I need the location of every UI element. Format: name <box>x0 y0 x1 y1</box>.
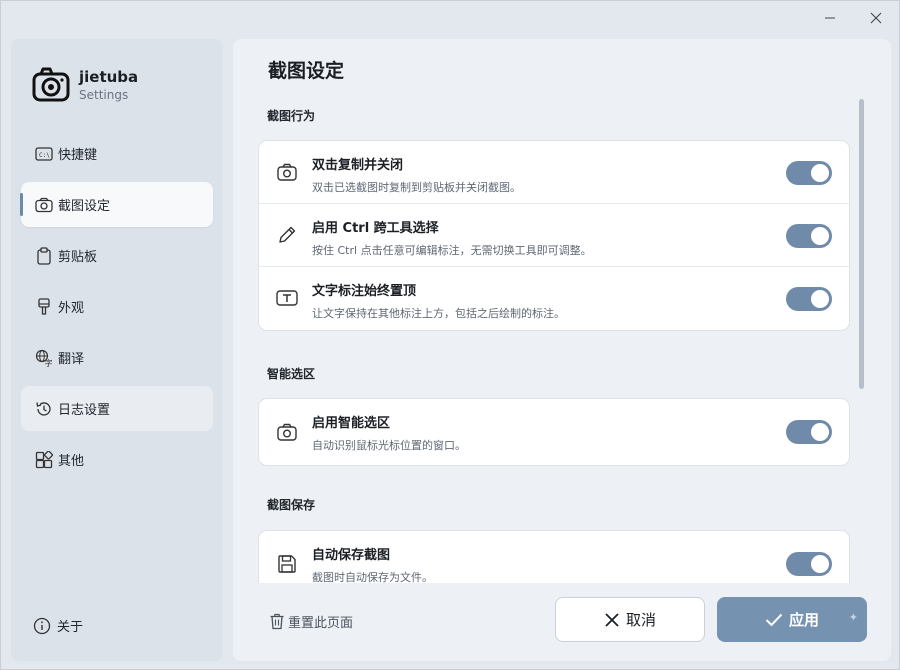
about-label: 关于 <box>57 620 84 635</box>
setting-description: 双击已选截图时复制到剪贴板并关闭截图。 <box>312 181 521 194</box>
sparkle-icon: ✦ <box>848 611 858 624</box>
title-bar <box>807 1 899 35</box>
about-button[interactable]: 关于 <box>33 616 83 635</box>
svg-text:字: 字 <box>45 358 53 367</box>
sidebar-item-logs[interactable]: 日志设置 <box>21 386 213 431</box>
camera-icon <box>35 196 53 214</box>
sidebar-nav: C:\ 快捷键 截图设定 剪贴板 外观 字 翻译 日志设置 其他 <box>20 131 213 488</box>
auto-save-toggle[interactable] <box>786 552 832 576</box>
camera-icon <box>32 67 70 102</box>
sidebar-item-other[interactable]: 其他 <box>21 437 213 482</box>
minimize-button[interactable] <box>807 1 853 35</box>
settings-card: 启用智能选区 自动识别鼠标光标位置的窗口。 <box>258 398 850 466</box>
setting-row: 启用 Ctrl 跨工具选择 按住 Ctrl 点击任意可编辑标注，无需切换工具即可… <box>259 204 849 267</box>
setting-row: 双击复制并关闭 双击已选截图时复制到剪贴板并关闭截图。 <box>259 141 849 204</box>
reset-page-button[interactable]: 重置此页面 <box>269 612 353 631</box>
sidebar-item-label: 剪贴板 <box>58 250 98 265</box>
minimize-icon <box>825 17 835 19</box>
close-icon <box>870 12 882 24</box>
sidebar-item-appearance[interactable]: 外观 <box>21 284 213 329</box>
history-icon <box>35 400 53 418</box>
sidebar-item-label: 外观 <box>58 301 85 316</box>
setting-title: 自动保存截图 <box>312 548 391 563</box>
trash-icon <box>269 613 285 630</box>
setting-row: 文字标注始终置顶 让文字保持在其他标注上方，包括之后绘制的标注。 <box>259 267 849 330</box>
reset-label: 重置此页面 <box>288 616 354 631</box>
smart-selection-toggle[interactable] <box>786 420 832 444</box>
setting-title: 启用 Ctrl 跨工具选择 <box>312 221 439 236</box>
close-icon <box>604 612 620 628</box>
sidebar-item-label: 翻译 <box>58 352 85 367</box>
ctrl-cross-tool-toggle[interactable] <box>786 224 832 248</box>
scrollbar-thumb[interactable] <box>859 99 864 389</box>
settings-window: jietuba Settings C:\ 快捷键 截图设定 剪贴板 外观 字 翻… <box>0 0 900 670</box>
pencil-icon <box>276 224 298 246</box>
save-icon <box>276 553 298 575</box>
cancel-label: 取消 <box>625 611 656 629</box>
setting-description: 让文字保持在其他标注上方，包括之后绘制的标注。 <box>312 307 565 320</box>
app-subtitle: Settings <box>79 87 129 102</box>
text-box-icon <box>276 287 298 309</box>
brush-icon <box>35 297 53 316</box>
setting-title: 双击复制并关闭 <box>312 158 404 173</box>
svg-text:C:\: C:\ <box>39 152 50 159</box>
sidebar: jietuba Settings C:\ 快捷键 截图设定 剪贴板 外观 字 翻… <box>11 39 223 661</box>
sidebar-item-label: 快捷键 <box>58 148 98 163</box>
settings-card: 自动保存截图 截图时自动保存为文件。 <box>258 530 850 583</box>
sidebar-item-translate[interactable]: 字 翻译 <box>21 335 213 380</box>
checkmark-icon <box>765 613 783 627</box>
main-panel: 截图设定 截图行为 双击复制并关闭 双击已选截图时复制到剪贴板并关闭截图。 启用… <box>233 39 891 661</box>
sidebar-item-shortcuts[interactable]: C:\ 快捷键 <box>21 131 213 176</box>
section-title: 截图保存 <box>267 498 316 512</box>
text-on-top-toggle[interactable] <box>786 287 832 311</box>
apply-label: 应用 <box>788 611 819 629</box>
double-click-copy-toggle[interactable] <box>786 161 832 185</box>
close-button[interactable] <box>853 1 899 35</box>
clipboard-icon <box>35 246 53 265</box>
brand: jietuba Settings <box>31 65 138 105</box>
setting-description: 按住 Ctrl 点击任意可编辑标注，无需切换工具即可调整。 <box>312 244 592 257</box>
section-title: 智能选区 <box>267 367 316 381</box>
setting-row: 启用智能选区 自动识别鼠标光标位置的窗口。 <box>259 399 849 465</box>
footer-bar: 重置此页面 取消 应用 ✦ <box>233 583 891 661</box>
sidebar-item-label: 截图设定 <box>58 199 111 214</box>
setting-description: 截图时自动保存为文件。 <box>312 571 433 583</box>
cancel-button[interactable]: 取消 <box>555 597 705 642</box>
sidebar-item-label: 其他 <box>58 454 85 469</box>
sidebar-item-clipboard[interactable]: 剪贴板 <box>21 233 213 278</box>
apps-icon <box>35 450 53 469</box>
setting-row: 自动保存截图 截图时自动保存为文件。 <box>259 531 849 583</box>
vertical-scrollbar[interactable] <box>859 99 865 391</box>
apply-button[interactable]: 应用 ✦ <box>717 597 867 642</box>
setting-title: 文字标注始终置顶 <box>312 284 417 299</box>
section-title: 截图行为 <box>267 109 316 123</box>
page-title: 截图设定 <box>268 60 345 82</box>
app-name: jietuba <box>79 67 139 86</box>
translate-icon: 字 <box>35 349 53 367</box>
setting-description: 自动识别鼠标光标位置的窗口。 <box>312 439 466 452</box>
sidebar-item-screenshot[interactable]: 截图设定 <box>20 182 213 227</box>
settings-scroll-area[interactable]: 截图行为 双击复制并关闭 双击已选截图时复制到剪贴板并关闭截图。 启用 Ctrl… <box>233 93 891 583</box>
camera-icon <box>276 421 298 443</box>
info-icon <box>33 617 51 635</box>
sidebar-item-label: 日志设置 <box>58 403 111 418</box>
keyboard-icon: C:\ <box>35 145 53 163</box>
setting-title: 启用智能选区 <box>312 416 391 431</box>
settings-card: 双击复制并关闭 双击已选截图时复制到剪贴板并关闭截图。 启用 Ctrl 跨工具选… <box>258 140 850 331</box>
camera-icon <box>276 161 298 183</box>
